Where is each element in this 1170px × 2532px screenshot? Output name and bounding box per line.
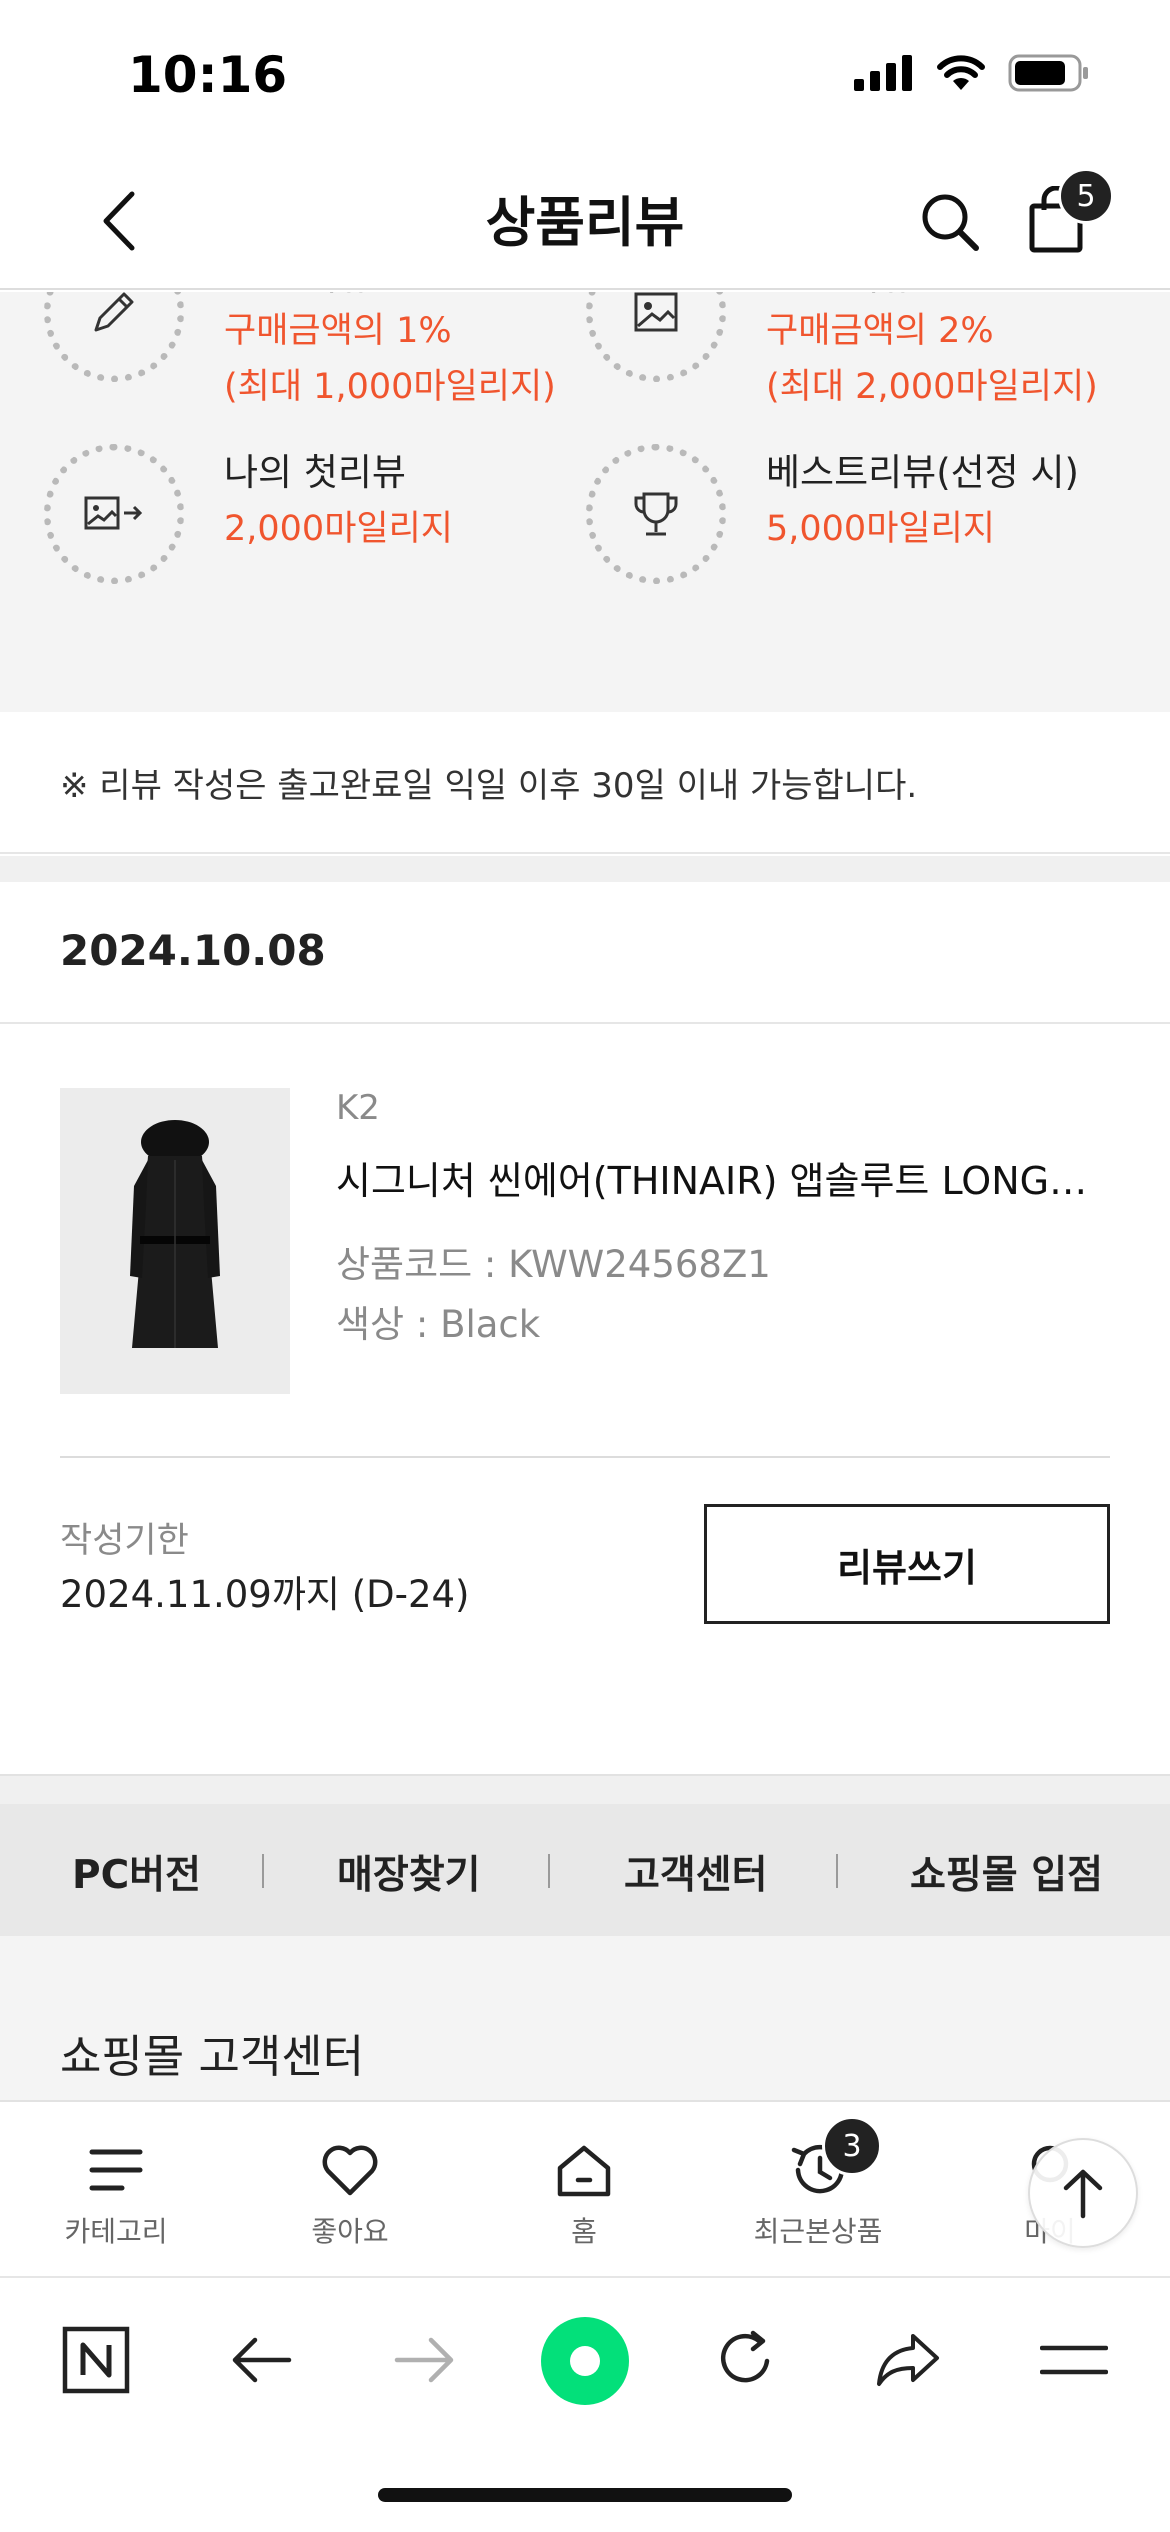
- section-spacer: [0, 856, 1170, 882]
- benefit-title: 나의 첫리뷰: [224, 451, 406, 494]
- benefit-reward: 5,000마일리지: [766, 509, 995, 549]
- wifi-icon: [937, 55, 985, 90]
- footer-link-separator: [836, 1854, 838, 1888]
- section-spacer: [0, 1774, 1170, 1804]
- cart-count-badge: 5: [1058, 168, 1114, 224]
- search-icon: [922, 194, 979, 251]
- footer-link-customer-center[interactable]: 고객센터: [624, 1844, 768, 1900]
- arrow-up-icon: [1063, 2169, 1103, 2219]
- hamburger-icon: [1040, 2345, 1108, 2375]
- scroll-to-top-button[interactable]: [1028, 2138, 1138, 2248]
- page-title: 상품리뷰: [485, 191, 685, 254]
- nav-label: 좋아요: [311, 2215, 389, 2248]
- page-header: 상품리뷰: [0, 150, 1170, 290]
- benefit-title: 베스트리뷰(선정 시): [766, 451, 1079, 494]
- customer-service-title: 쇼핑몰 고객센터: [60, 2030, 365, 2083]
- home-icon: [549, 2140, 619, 2200]
- trophy-icon: [634, 492, 678, 536]
- benefit-first-review: 나의 첫리뷰 2,000마일리지: [44, 442, 604, 612]
- benefit-icon-circle: [586, 292, 726, 382]
- search-button[interactable]: [918, 190, 982, 254]
- heart-icon: [315, 2140, 385, 2200]
- pencil-icon: [94, 292, 134, 332]
- benefit-icon-circle: [586, 444, 726, 584]
- footer-link-separator: [262, 1854, 264, 1888]
- product-name[interactable]: 시그니처 씬에어(THINAIR) 앱솔루트 LONG 다운: [336, 1150, 1096, 1205]
- benefit-photo-review: 포토 리뷰 구매금액의 2% (최대 2,000마일리지): [586, 292, 1146, 407]
- order-date-row: 2024.10.08: [0, 882, 1170, 1024]
- product-code: 상품코드 : KWW24568Z1: [336, 1243, 771, 1286]
- write-review-button[interactable]: 리뷰쓰기: [704, 1504, 1110, 1624]
- footer-link-store-finder[interactable]: 매장찾기: [337, 1844, 481, 1900]
- menu-lines-icon: [81, 2140, 151, 2200]
- nav-home[interactable]: 홈: [494, 2140, 674, 2250]
- footer-link-separator: [548, 1854, 550, 1888]
- deadline-label: 작성기한: [60, 1521, 189, 1561]
- product-color: 색상 : Black: [336, 1303, 541, 1346]
- browser-back-button[interactable]: [222, 2320, 302, 2400]
- nav-recent-items[interactable]: 최근본상품: [728, 2140, 908, 2250]
- naver-green-dot-button[interactable]: [540, 2316, 630, 2406]
- notice-text: ※ 리뷰 작성은 출고완료일 익일 이후 30일 이내 가능합니다.: [60, 766, 918, 806]
- nav-label: 최근본상품: [753, 2215, 883, 2248]
- green-dot-icon: [541, 2317, 629, 2405]
- order-date: 2024.10.08: [60, 926, 326, 975]
- nav-category[interactable]: 카테고리: [26, 2140, 206, 2250]
- benefit-best-review: 베스트리뷰(선정 시) 5,000마일리지: [586, 442, 1146, 612]
- benefit-reward: 2,000마일리지: [224, 509, 453, 549]
- browser-forward-button[interactable]: [384, 2320, 464, 2400]
- status-icons: [854, 54, 1090, 92]
- share-button[interactable]: [868, 2320, 948, 2400]
- image-icon: [634, 292, 678, 332]
- review-benefits-panel: 일반 리뷰 구매금액의 1% (최대 1,000마일리지) 포토 리뷰 구매금액…: [0, 292, 1170, 712]
- refresh-icon: [720, 2330, 770, 2383]
- status-time: 10:16: [128, 46, 288, 104]
- nav-label: 홈: [571, 2215, 597, 2248]
- nav-likes[interactable]: 좋아요: [260, 2140, 440, 2250]
- refresh-button[interactable]: [706, 2320, 786, 2400]
- product-image[interactable]: [60, 1088, 290, 1394]
- share-arrow-icon: [877, 2334, 939, 2386]
- image-arrow-icon: [84, 496, 143, 530]
- benefit-max: (최대 2,000마일리지): [766, 367, 1098, 407]
- benefit-icon-circle: [44, 292, 184, 382]
- footer-links: PC버전 매장찾기 고객센터 쇼핑몰 입점: [0, 1804, 1170, 1936]
- arrow-right-icon: [394, 2337, 454, 2383]
- home-indicator: [378, 2488, 792, 2502]
- browser-menu-button[interactable]: [1034, 2320, 1114, 2400]
- footer-link-mall-entry[interactable]: 쇼핑몰 입점: [910, 1844, 1103, 1900]
- benefit-general-review: 일반 리뷰 구매금액의 1% (최대 1,000마일리지): [44, 292, 604, 407]
- benefit-title: 일반 리뷰: [224, 292, 372, 300]
- bottom-navigation: 카테고리 좋아요 홈 최근본상품: [0, 2100, 1170, 2278]
- coat-image: [130, 1120, 220, 1348]
- naver-button[interactable]: [56, 2320, 136, 2400]
- recent-count-badge: 3: [822, 2116, 882, 2176]
- status-bar: 10:16: [0, 0, 1170, 150]
- nav-label: 카테고리: [64, 2215, 168, 2248]
- benefit-title: 포토 리뷰: [766, 292, 914, 300]
- benefit-reward: 구매금액의 1%: [224, 311, 452, 351]
- product-brand: K2: [336, 1088, 380, 1128]
- customer-service-section: 쇼핑몰 고객센터: [0, 1936, 1170, 2100]
- battery-icon: [1008, 54, 1088, 92]
- benefit-reward: 구매금액의 2%: [766, 311, 994, 351]
- arrow-left-icon: [232, 2337, 292, 2383]
- naver-n-icon: [62, 2326, 130, 2394]
- divider: [60, 1456, 1110, 1458]
- footer-link-pc-version[interactable]: PC버전: [72, 1844, 201, 1900]
- benefit-icon-circle: [44, 444, 184, 584]
- signal-icon: [854, 55, 912, 91]
- benefit-max: (최대 1,000마일리지): [224, 367, 556, 407]
- deadline-value: 2024.11.09까지 (D-24): [60, 1573, 470, 1616]
- review-notice: ※ 리뷰 작성은 출고완료일 익일 이후 30일 이내 가능합니다.: [0, 712, 1170, 854]
